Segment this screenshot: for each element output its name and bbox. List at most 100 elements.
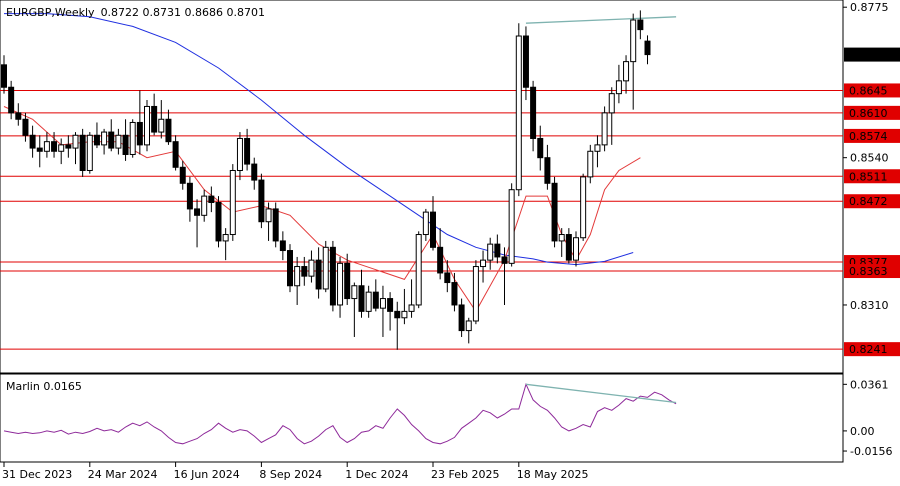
candle-body xyxy=(236,137,243,171)
candle-body xyxy=(51,141,58,152)
price-chart[interactable]: 0.8775 0.8540 0.8310 0.8645 0.8610 0.8574 0.85… xyxy=(0,0,900,486)
candle-body xyxy=(222,234,229,242)
candle-body xyxy=(251,163,258,181)
level-tag-label: 0.8472 xyxy=(849,195,888,208)
price-tick-label: 0.8775 xyxy=(850,1,889,14)
candle-body xyxy=(329,246,336,306)
candle-body xyxy=(379,298,386,309)
level-tag-label: 0.8511 xyxy=(849,170,888,183)
level-tag-label: 0.8241 xyxy=(849,343,888,356)
candle-body xyxy=(437,246,444,274)
candle-body xyxy=(480,259,487,268)
candle-body xyxy=(558,234,565,242)
candle-body xyxy=(194,208,201,216)
osc-tick-label: 0.00 xyxy=(850,425,875,438)
candle-body xyxy=(8,86,15,114)
candle-body xyxy=(587,150,594,178)
candle-body xyxy=(29,134,36,149)
level-tag-label: 0.8645 xyxy=(849,84,888,97)
chart-header: EURGBP,Weekly 0.8722 0.8731 0.8686 0.8701 xyxy=(6,6,265,19)
candle-body xyxy=(337,262,344,306)
time-label: 24 Mar 2024 xyxy=(88,468,158,481)
candle-body xyxy=(22,118,29,136)
candle-body xyxy=(537,137,544,159)
time-label: 31 Dec 2023 xyxy=(2,468,72,481)
candle-body xyxy=(315,259,322,290)
candle-body xyxy=(215,202,222,242)
candle-body xyxy=(508,189,515,264)
candle-body xyxy=(186,182,193,210)
candle-body xyxy=(229,169,236,236)
candle-body xyxy=(451,282,458,306)
candle-body xyxy=(158,118,165,133)
candle-body xyxy=(265,208,272,223)
candle-body xyxy=(594,144,601,152)
candle-body xyxy=(580,176,587,239)
candle-body xyxy=(351,285,358,300)
level-tag-label: 0.8363 xyxy=(849,265,888,278)
candle-body xyxy=(36,147,43,152)
time-label: 23 Feb 2025 xyxy=(431,468,499,481)
candle-body xyxy=(115,134,122,149)
candle-body xyxy=(258,179,265,223)
candle-body xyxy=(301,266,308,277)
candle-body xyxy=(15,112,22,120)
candle-body xyxy=(430,211,436,248)
candle-body xyxy=(394,310,401,319)
candle-body xyxy=(623,61,630,82)
candle-body xyxy=(272,208,279,242)
candle-body xyxy=(365,291,372,312)
candle-body xyxy=(165,118,172,143)
candle-body xyxy=(358,285,365,312)
candle-body xyxy=(515,35,522,191)
candle-body xyxy=(422,211,429,236)
time-label: 1 Dec 2024 xyxy=(345,468,408,481)
candle-body xyxy=(179,166,186,184)
candle-body xyxy=(458,304,465,332)
level-tag-label: 0.8574 xyxy=(849,130,888,143)
candle-body xyxy=(129,121,136,155)
candle-body xyxy=(65,144,72,149)
candle-body xyxy=(415,234,422,306)
candle-body xyxy=(72,134,79,149)
candle-body xyxy=(530,86,537,139)
candle-body xyxy=(644,40,651,56)
price-tick-label: 0.8310 xyxy=(850,299,889,312)
candle-body xyxy=(444,272,451,284)
candle-body xyxy=(544,157,551,184)
candle-body xyxy=(58,144,65,152)
candle-body xyxy=(401,310,408,319)
price-pane xyxy=(0,0,844,374)
candle-body xyxy=(108,131,115,149)
candle-body xyxy=(1,64,7,88)
candle-body xyxy=(144,105,150,146)
candle-body xyxy=(201,195,208,216)
candle-body xyxy=(151,105,158,133)
candle-body xyxy=(565,234,572,261)
candle-body xyxy=(136,121,143,146)
price-tick-label: 0.8540 xyxy=(850,152,889,165)
time-label: 18 May 2025 xyxy=(517,468,589,481)
candle-body xyxy=(487,243,494,261)
candle-body xyxy=(408,304,415,312)
time-label: 16 Jun 2024 xyxy=(174,468,240,481)
candle-body xyxy=(208,195,215,204)
candle-body xyxy=(601,112,608,146)
candle-body xyxy=(372,291,379,309)
candle-body xyxy=(279,240,286,252)
candle-body xyxy=(387,298,394,312)
candle-body xyxy=(465,320,472,332)
candle-body xyxy=(608,93,615,114)
osc-label: Marlin 0.0165 xyxy=(6,380,82,393)
candle-body xyxy=(172,141,179,168)
level-tag-label: 0.8610 xyxy=(849,107,888,120)
candle-body xyxy=(472,266,479,322)
candle-body xyxy=(93,134,100,146)
candle-body xyxy=(501,256,508,264)
current-price-label: 0.8701 xyxy=(849,49,888,62)
candle-body xyxy=(573,237,579,261)
candle-body xyxy=(79,134,86,171)
candle-body xyxy=(344,262,351,300)
candle-body xyxy=(522,35,529,88)
candle-body xyxy=(287,250,293,287)
